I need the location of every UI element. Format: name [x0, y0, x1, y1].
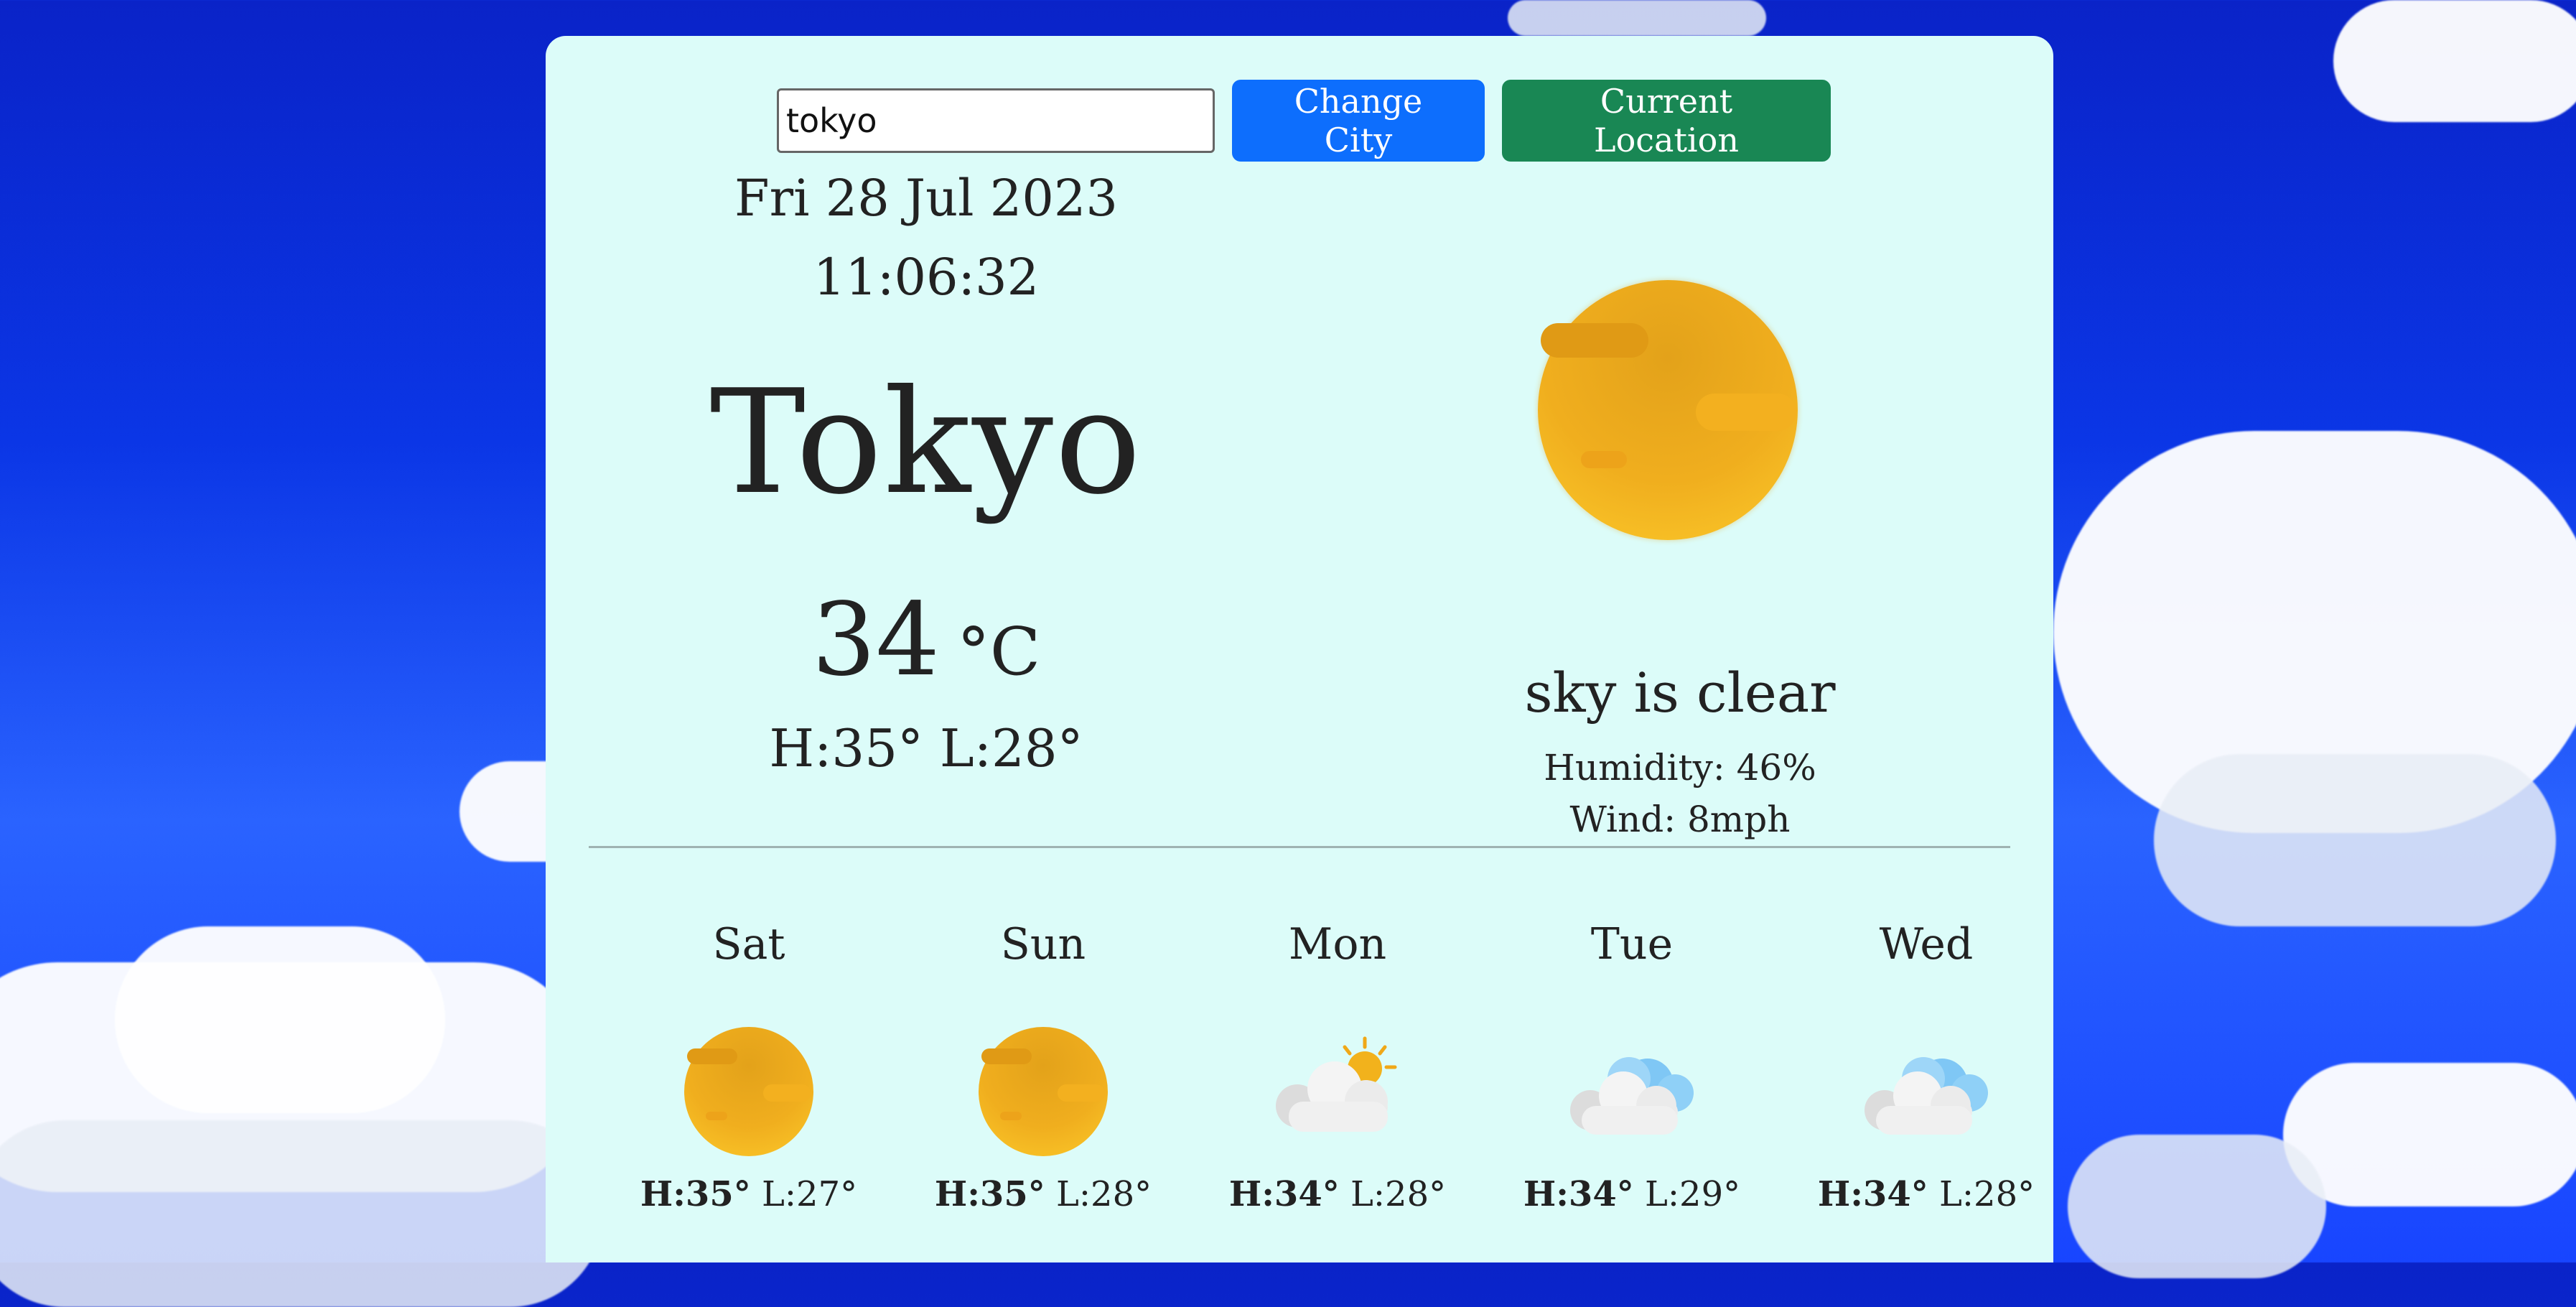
sun-icon — [684, 1027, 813, 1156]
forecast-high: H:34° — [1228, 1174, 1340, 1214]
forecast-day-name: Sun — [1000, 919, 1086, 969]
temperature-unit: °C — [956, 613, 1041, 690]
current-high-low: H:35° L:28° — [769, 718, 1083, 778]
forecast-temps: H:34° L:28° — [1190, 1174, 1485, 1214]
divider — [589, 846, 2010, 848]
partly-cloudy-icon — [1273, 1027, 1402, 1156]
forecast-temps: H:35° L:27° — [602, 1174, 896, 1214]
forecast-day-name: Sat — [712, 919, 785, 969]
weather-card: Change City Current Location Fri 28 Jul … — [546, 36, 2053, 1262]
current-time: 11:06:32 — [813, 248, 1040, 307]
sun-icon — [979, 1027, 1108, 1156]
forecast-temps: H:35° L:28° — [896, 1174, 1190, 1214]
forecast-high: H:35° — [640, 1174, 751, 1214]
forecast-low: L:28° — [1056, 1174, 1152, 1214]
temperature-value: 34 — [811, 582, 940, 699]
forecast-low: L:28° — [1350, 1174, 1447, 1214]
forecast-high: H:35° — [934, 1174, 1045, 1214]
wind-text: Wind: 8mph — [1569, 799, 1791, 840]
current-location-button[interactable]: Current Location — [1502, 80, 1831, 162]
forecast-day-name: Mon — [1288, 919, 1387, 969]
city-name: Tokyo — [709, 359, 1143, 526]
change-city-button[interactable]: Change City — [1232, 80, 1485, 162]
forecast-low: L:28° — [1939, 1174, 2035, 1214]
forecast-high: H:34° — [1817, 1174, 1928, 1214]
forecast-list: Sat H:35° L:27° Sun H:35° L:28° Mon H:34… — [546, 883, 2053, 1257]
current-temperature: 34 °C — [546, 582, 1307, 699]
search-bar: Change City Current Location — [777, 79, 1831, 162]
weather-description: sky is clear — [1524, 661, 1836, 725]
forecast-low: L:27° — [762, 1174, 858, 1214]
sun-icon — [1538, 280, 1798, 540]
forecast-high: H:34° — [1523, 1174, 1634, 1214]
cloud-icon — [1567, 1027, 1697, 1156]
forecast-low: L:29° — [1645, 1174, 1741, 1214]
cloud-icon — [1862, 1027, 1991, 1156]
forecast-day-name: Wed — [1879, 919, 1974, 969]
forecast-day-name: Tue — [1590, 919, 1674, 969]
forecast-temps: H:34° L:29° — [1485, 1174, 1779, 1214]
current-date: Fri 28 Jul 2023 — [734, 169, 1118, 228]
forecast-temps: H:34° L:28° — [1779, 1174, 2073, 1214]
city-search-input[interactable] — [777, 88, 1215, 153]
humidity-text: Humidity: 46% — [1544, 747, 1816, 789]
